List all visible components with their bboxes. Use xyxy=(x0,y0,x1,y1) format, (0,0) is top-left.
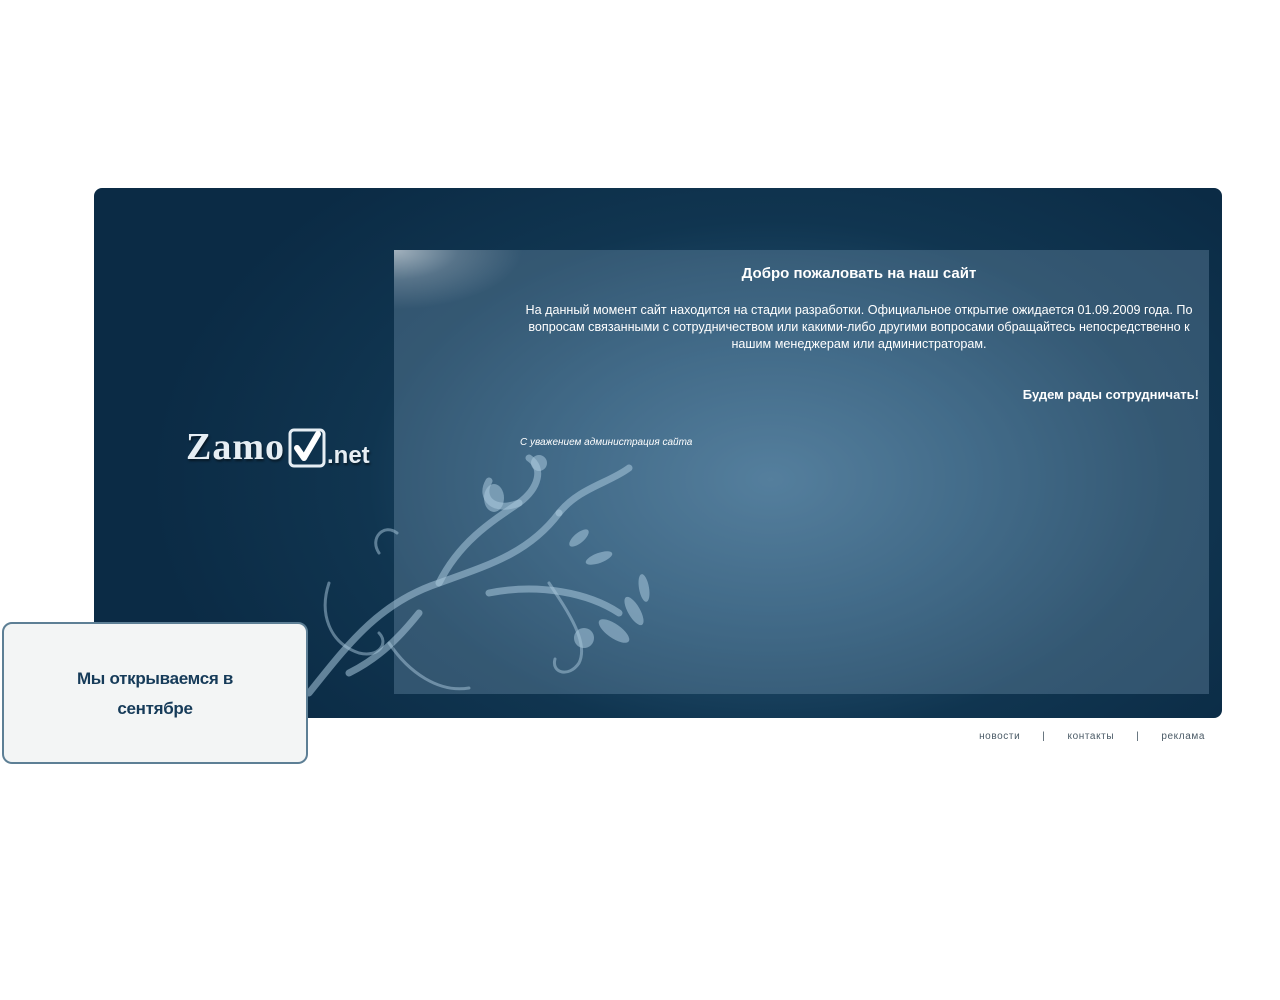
welcome-title: Добро пожаловать на наш сайт xyxy=(741,265,977,282)
grunge-decoration xyxy=(394,250,524,310)
site-logo[interactable]: Zamo .net xyxy=(186,416,370,469)
footer-link-news[interactable]: новости xyxy=(979,731,1020,742)
notice-line-1: Мы открываемся в xyxy=(76,669,234,688)
logo-domain: .net xyxy=(327,442,370,469)
footer-separator: | xyxy=(1136,731,1140,742)
cooperate-text: Будем рады сотрудничать! xyxy=(1022,387,1199,402)
footer-separator: | xyxy=(1042,731,1046,742)
notice-text: Мы открываемся в сентябре xyxy=(4,664,306,724)
footer-nav: новости | контакты | реклама xyxy=(979,731,1205,742)
notice-line-2: сентябре xyxy=(117,699,193,718)
floral-ornament xyxy=(305,454,650,697)
opening-notice: Мы открываемся в сентябре xyxy=(2,622,308,764)
intro-text: На данный момент сайт находится на стади… xyxy=(525,303,1193,351)
logo-text: Zamo xyxy=(186,426,285,468)
page: Добро пожаловать на наш сайт На данный м… xyxy=(0,0,1280,1000)
footer-link-contacts[interactable]: контакты xyxy=(1067,731,1114,742)
footer-link-advertising[interactable]: реклама xyxy=(1161,731,1205,742)
checkbox-check-icon xyxy=(288,428,326,468)
